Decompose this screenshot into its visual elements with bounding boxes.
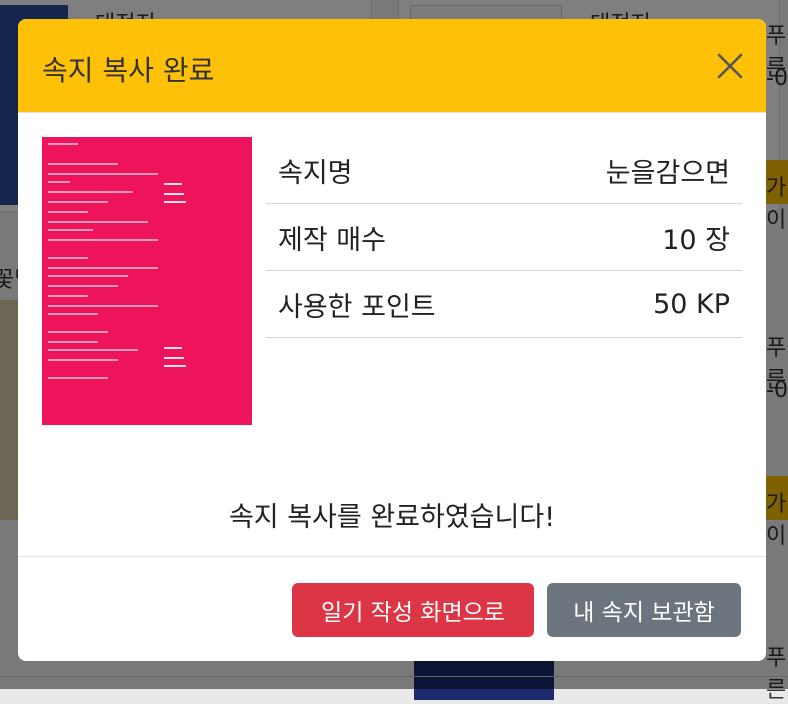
close-icon — [717, 53, 743, 79]
go-to-diary-button[interactable]: 일기 작성 화면으로 — [292, 583, 534, 637]
info-label: 속지명 — [278, 157, 353, 189]
my-paper-storage-button[interactable]: 내 속지 보관함 — [547, 583, 741, 637]
close-button[interactable] — [716, 52, 744, 80]
info-row-count: 제작 매수 10 장 — [266, 204, 742, 271]
paper-preview-graphic — [48, 143, 186, 379]
info-value: 10 장 — [662, 224, 730, 256]
modal-footer: 일기 작성 화면으로 내 속지 보관함 — [18, 556, 766, 637]
info-row-points: 사용한 포인트 50 KP — [266, 271, 742, 338]
info-value: 눈을감으면 — [605, 157, 730, 189]
info-label: 사용한 포인트 — [278, 291, 436, 323]
completion-message: 속지 복사를 완료하였습니다! — [228, 502, 556, 533]
modal-title: 속지 복사 완료 — [42, 54, 215, 87]
copy-complete-modal: 속지 복사 완료 속지명 눈을감으면 제작 매수 10 장 사용한 포인트 50… — [18, 19, 766, 661]
paper-preview-image — [42, 137, 252, 425]
info-value: 50 KP — [653, 288, 730, 320]
info-table: 속지명 눈을감으면 제작 매수 10 장 사용한 포인트 50 KP — [266, 137, 742, 338]
modal-header: 속지 복사 완료 — [18, 19, 766, 113]
info-row-name: 속지명 눈을감으면 — [266, 137, 742, 204]
info-label: 제작 매수 — [278, 224, 386, 256]
